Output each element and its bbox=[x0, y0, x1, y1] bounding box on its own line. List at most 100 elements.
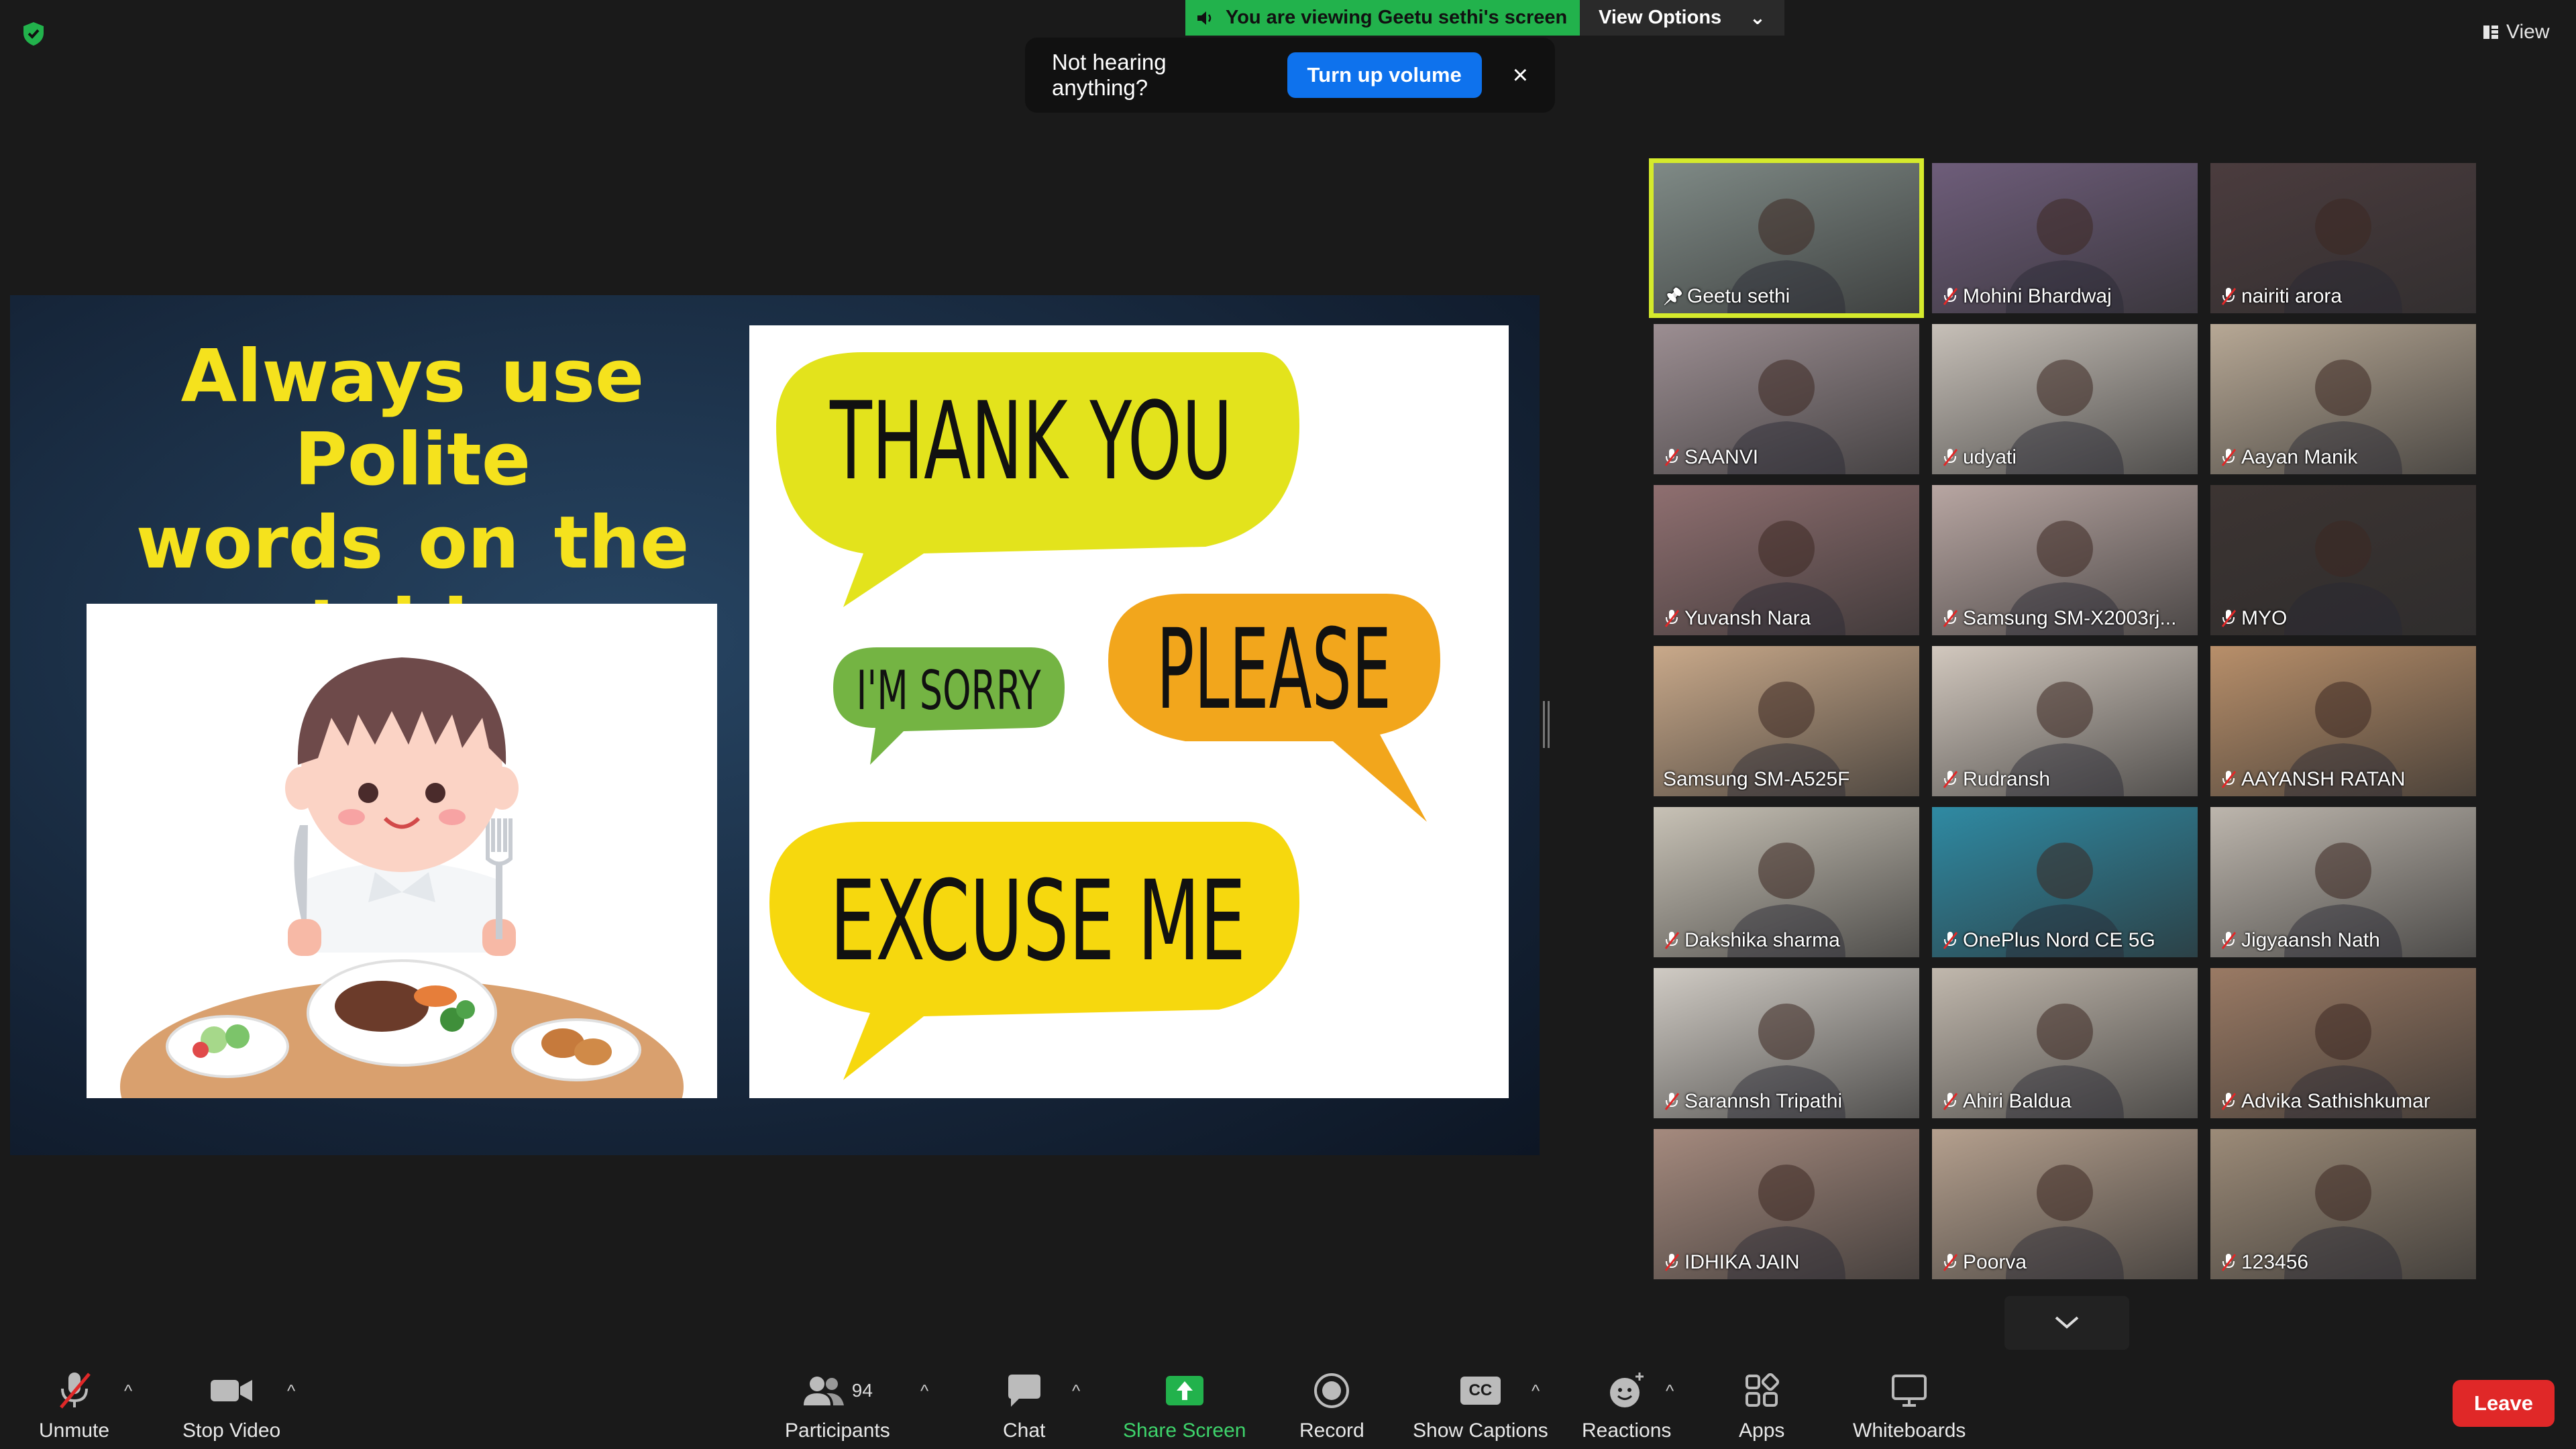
participant-name-tag: nairiti arora bbox=[2220, 285, 2342, 308]
mic-muted-icon bbox=[1943, 771, 1958, 788]
mic-muted-icon bbox=[1943, 449, 1958, 466]
participant-tile[interactable]: Advika Sathishkumar bbox=[2210, 968, 2476, 1118]
participant-name-tag: IDHIKA JAIN bbox=[1663, 1251, 1800, 1274]
participant-tile[interactable]: udyati bbox=[1932, 324, 2198, 474]
stop-video-label: Stop Video bbox=[182, 1419, 281, 1442]
participant-tile[interactable]: Aayan Manik bbox=[2210, 324, 2476, 474]
share-screen-button[interactable]: Share Screen bbox=[1123, 1368, 1246, 1442]
participant-name-tag: SAANVI bbox=[1663, 446, 1758, 469]
participant-name: Rudransh bbox=[1963, 768, 2051, 790]
captions-options-caret[interactable]: ^ bbox=[1532, 1381, 1540, 1401]
participant-name-tag: Samsung SM-A525F bbox=[1663, 768, 1849, 791]
participant-name-tag: Dakshika sharma bbox=[1663, 929, 1840, 952]
mic-muted-icon bbox=[1664, 449, 1680, 466]
reactions-label: Reactions bbox=[1582, 1419, 1672, 1442]
chevron-down-icon bbox=[2055, 1316, 2079, 1329]
audio-options-caret[interactable]: ^ bbox=[124, 1381, 132, 1401]
participant-tile[interactable]: SAANVI bbox=[1654, 324, 1919, 474]
bubble-im-sorry: I'M SORRY bbox=[857, 659, 1042, 722]
participant-name: OnePlus Nord CE 5G bbox=[1963, 929, 2155, 951]
participants-label: Participants bbox=[785, 1419, 890, 1442]
participant-tile[interactable]: Samsung SM-X2003rj... bbox=[1932, 485, 2198, 635]
participant-name: Yuvansh Nara bbox=[1684, 607, 1811, 629]
pin-icon: 📌 bbox=[1663, 287, 1683, 306]
apps-label: Apps bbox=[1739, 1419, 1785, 1442]
participant-name-tag: 📌 Geetu sethi bbox=[1663, 285, 1790, 308]
participant-name: nairiti arora bbox=[2241, 285, 2343, 307]
unmute-button[interactable]: Unmute bbox=[39, 1368, 109, 1442]
panel-resize-handle[interactable] bbox=[1543, 701, 1550, 748]
mic-muted-icon bbox=[1664, 1093, 1680, 1110]
participant-tile[interactable]: Yuvansh Nara bbox=[1654, 485, 1919, 635]
gallery-expand-button[interactable] bbox=[2004, 1296, 2129, 1350]
participant-name-tag: Advika Sathishkumar bbox=[2220, 1090, 2430, 1113]
participant-name: Mohini Bhardwaj bbox=[1963, 285, 2112, 307]
leave-button[interactable]: Leave bbox=[2453, 1380, 2555, 1427]
participant-name: Samsung SM-A525F bbox=[1663, 768, 1850, 790]
bubble-thank-you: THANK YOU bbox=[829, 378, 1232, 504]
participant-tile[interactable]: Samsung SM-A525F bbox=[1654, 646, 1919, 796]
mic-muted-icon bbox=[1664, 932, 1680, 949]
participant-tile[interactable]: AAYANSH RATAN bbox=[2210, 646, 2476, 796]
view-button[interactable]: View bbox=[2482, 13, 2563, 50]
participant-tile[interactable]: Sarannsh Tripathi bbox=[1654, 968, 1919, 1118]
close-icon[interactable]: × bbox=[1513, 60, 1528, 91]
show-captions-button[interactable]: CC Show Captions bbox=[1413, 1368, 1548, 1442]
mic-muted-icon bbox=[1943, 1093, 1958, 1110]
participants-options-caret[interactable]: ^ bbox=[920, 1381, 928, 1401]
view-options-menu[interactable]: View Options ⌄ bbox=[1580, 0, 1784, 36]
chat-label: Chat bbox=[1003, 1419, 1046, 1442]
participant-name-tag: OnePlus Nord CE 5G bbox=[1941, 929, 2155, 952]
participant-name: Aayan Manik bbox=[2241, 446, 2358, 468]
view-layout-icon bbox=[2483, 25, 2498, 39]
security-shield-icon[interactable] bbox=[20, 20, 47, 47]
participant-tile[interactable]: Poorva bbox=[1932, 1129, 2198, 1279]
bubble-please: PLEASE bbox=[1157, 605, 1391, 734]
participant-tile[interactable]: MYO bbox=[2210, 485, 2476, 635]
view-options-label: View Options bbox=[1599, 7, 1722, 28]
chat-bubble-icon bbox=[1008, 1375, 1040, 1407]
apps-button[interactable]: Apps bbox=[1739, 1368, 1784, 1442]
audio-notice-popup: Not hearing anything? Turn up volume × bbox=[1025, 38, 1555, 113]
participant-tile[interactable]: OnePlus Nord CE 5G bbox=[1932, 807, 2198, 957]
participant-name-tag: Mohini Bhardwaj bbox=[1941, 285, 2112, 308]
participant-name-tag: udyati bbox=[1941, 446, 2017, 469]
whiteboards-button[interactable]: Whiteboards bbox=[1853, 1368, 1966, 1442]
participant-tile[interactable]: Dakshika sharma bbox=[1654, 807, 1919, 957]
reactions-options-caret[interactable]: ^ bbox=[1666, 1381, 1674, 1401]
participant-name: SAANVI bbox=[1684, 446, 1759, 468]
participant-tile[interactable]: Rudransh bbox=[1932, 646, 2198, 796]
participant-name: Dakshika sharma bbox=[1684, 929, 1840, 951]
participant-name-tag: Aayan Manik bbox=[2220, 446, 2357, 469]
mic-muted-icon bbox=[1943, 288, 1958, 305]
stop-video-button[interactable]: Stop Video bbox=[182, 1368, 280, 1442]
participant-name: udyati bbox=[1963, 446, 2017, 468]
participant-tile[interactable]: Jigyaansh Nath bbox=[2210, 807, 2476, 957]
participant-tile[interactable]: 📌 Geetu sethi bbox=[1649, 158, 1924, 318]
participant-tile[interactable]: 123456 bbox=[2210, 1129, 2476, 1279]
participant-name-tag: MYO bbox=[2220, 607, 2287, 630]
mic-muted-icon bbox=[1943, 1254, 1958, 1271]
slide-title-line: words on the bbox=[136, 501, 690, 585]
participant-tile[interactable]: Ahiri Baldua bbox=[1932, 968, 2198, 1118]
mic-muted-icon bbox=[59, 1373, 91, 1409]
chat-button[interactable]: Chat bbox=[1003, 1368, 1045, 1442]
share-screen-label: Share Screen bbox=[1123, 1419, 1246, 1442]
participant-name: Geetu sethi bbox=[1686, 285, 1790, 307]
share-screen-icon bbox=[1165, 1376, 1203, 1405]
participant-tile[interactable]: IDHIKA JAIN bbox=[1654, 1129, 1919, 1279]
video-options-caret[interactable]: ^ bbox=[287, 1381, 295, 1401]
reactions-button[interactable]: Reactions bbox=[1582, 1368, 1671, 1442]
video-camera-icon bbox=[211, 1380, 253, 1401]
mic-muted-icon bbox=[2221, 449, 2237, 466]
participants-button[interactable]: 94 Participants bbox=[785, 1368, 890, 1442]
participant-name-tag: Yuvansh Nara bbox=[1663, 607, 1811, 630]
chat-options-caret[interactable]: ^ bbox=[1072, 1381, 1080, 1401]
turn-up-volume-button[interactable]: Turn up volume bbox=[1287, 52, 1482, 98]
participant-tile[interactable]: Mohini Bhardwaj bbox=[1932, 163, 2198, 313]
record-button[interactable]: Record bbox=[1299, 1368, 1364, 1442]
participant-name-tag: Rudransh bbox=[1941, 768, 2050, 791]
participant-name: Samsung SM-X2003rj... bbox=[1963, 607, 2177, 629]
mic-muted-icon bbox=[2221, 1093, 2237, 1110]
participant-tile[interactable]: nairiti arora bbox=[2210, 163, 2476, 313]
